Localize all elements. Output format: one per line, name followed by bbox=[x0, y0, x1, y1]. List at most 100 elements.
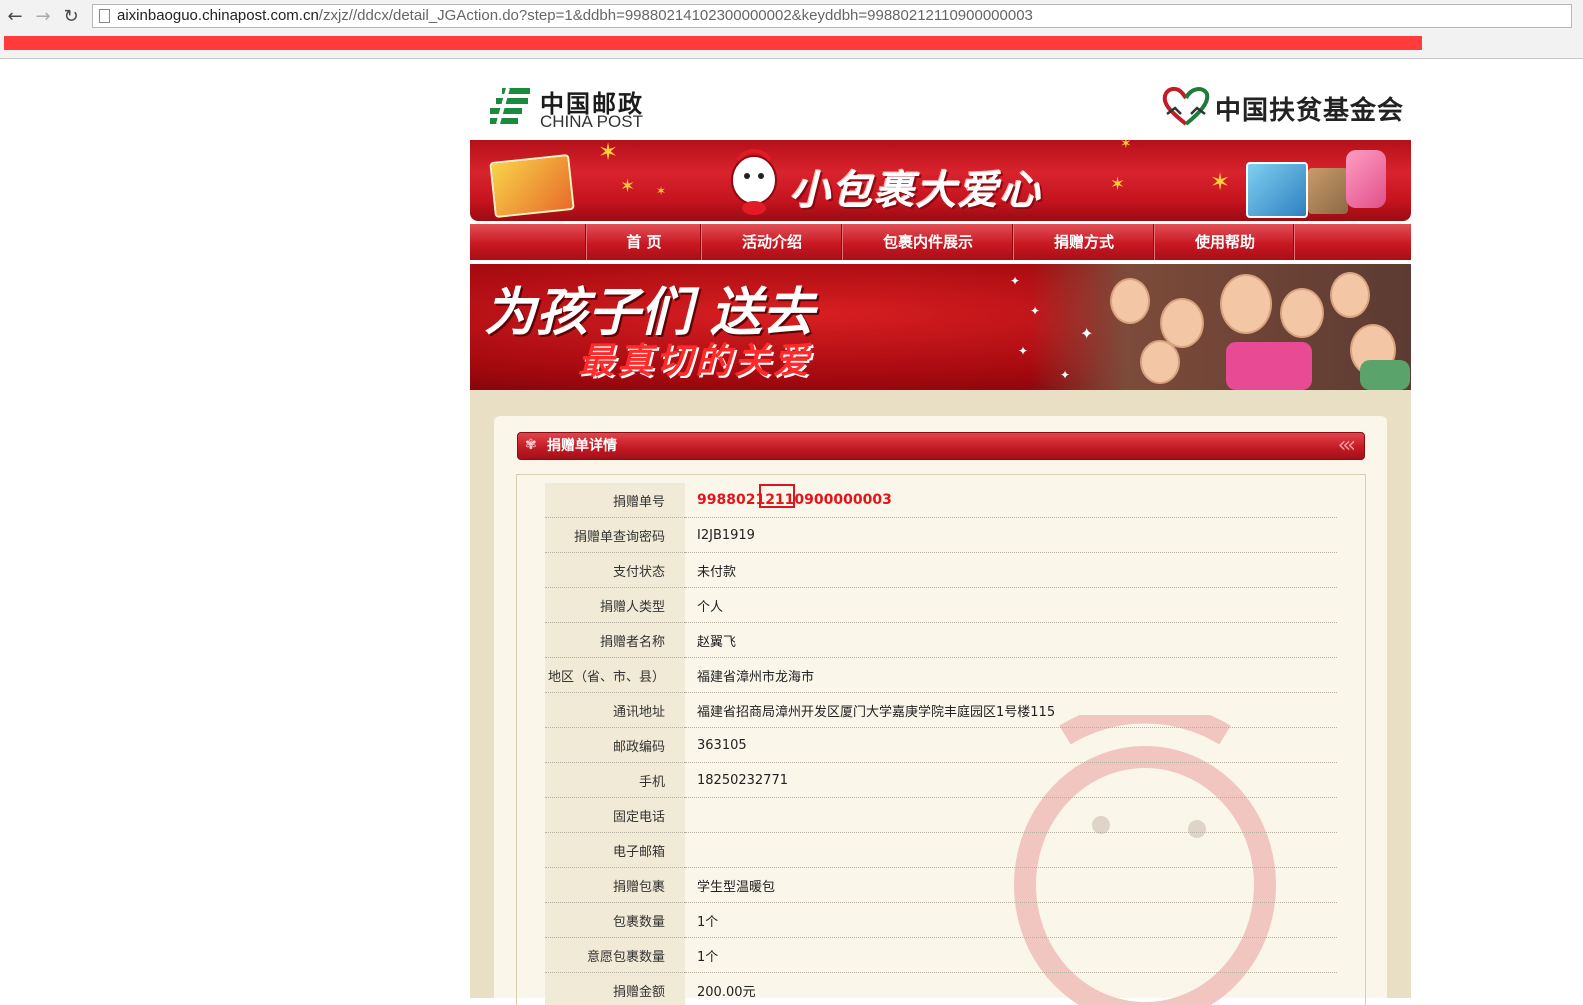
row-label-payment-status: 支付状态 bbox=[545, 553, 685, 588]
row-label-intended-count: 意愿包裹数量 bbox=[545, 938, 685, 973]
reload-icon[interactable]: ↻ bbox=[60, 6, 82, 28]
row-label-package-count: 包裹数量 bbox=[545, 903, 685, 938]
nav-item-about[interactable]: 活动介绍 bbox=[701, 224, 842, 260]
row-label-order-no: 捐赠单号 bbox=[545, 483, 685, 518]
table-row: 电子邮箱 bbox=[545, 833, 1337, 868]
address-url: aixinbaoguo.chinapost.com.cn/zxjz//ddcx/… bbox=[117, 5, 1033, 27]
row-label-mobile: 手机 bbox=[545, 763, 685, 798]
table-row: 捐赠包裹 学生型温暖包 bbox=[545, 868, 1337, 903]
pink-backpack bbox=[1226, 342, 1312, 390]
child-face bbox=[1280, 288, 1324, 338]
child-face bbox=[1330, 272, 1370, 318]
china-post-logo[interactable]: 中国邮政 CHINA POST bbox=[488, 82, 668, 132]
table-row: 捐赠单号 99880212110900000003 bbox=[545, 483, 1337, 518]
green-backpack bbox=[1360, 360, 1410, 390]
order-number: 99880212110900000003 bbox=[697, 492, 892, 508]
row-label-donor-type: 捐赠人类型 bbox=[545, 588, 685, 623]
browser-chrome: ← → ↻ aixinbaoguo.chinapost.com.cn/zxjz/… bbox=[0, 0, 1583, 59]
top-banner: 小包裹大爱心 ✶ ✶ ✶ ✶ ✶ ✶ bbox=[470, 140, 1411, 221]
address-bar[interactable]: aixinbaoguo.chinapost.com.cn/zxjz//ddcx/… bbox=[92, 4, 1572, 28]
nav-item-package-contents[interactable]: 包裹内件展示 bbox=[842, 224, 1013, 260]
table-row: 捐赠人类型 个人 bbox=[545, 588, 1337, 623]
panel-title: 捐赠单详情 bbox=[547, 433, 617, 459]
row-value-payment-status: 未付款 bbox=[685, 553, 1337, 588]
detail-panel: ✾ 捐赠单详情 ‹‹‹ 捐赠单号 99880212110900000003 bbox=[494, 416, 1387, 998]
table-row: 邮政编码 363105 bbox=[545, 728, 1337, 763]
detail-box: 捐赠单号 99880212110900000003 捐赠单查询密码 I2JB19… bbox=[516, 474, 1366, 1005]
nav-item-donation-methods[interactable]: 捐赠方式 bbox=[1013, 224, 1154, 260]
row-value-password: I2JB1919 bbox=[685, 518, 1337, 553]
bookmarks-bar-redacted bbox=[4, 36, 1422, 50]
nav-item-help[interactable]: 使用帮助 bbox=[1154, 224, 1295, 260]
row-label-donor-name: 捐赠者名称 bbox=[545, 623, 685, 658]
row-label-email: 电子邮箱 bbox=[545, 833, 685, 868]
star-decoration: ✶ bbox=[620, 176, 635, 197]
row-value-package-count: 1个 bbox=[685, 903, 1337, 938]
gift-box-image bbox=[489, 154, 574, 218]
child-face bbox=[1140, 340, 1180, 384]
china-post-emblem-icon bbox=[488, 84, 532, 128]
child-face bbox=[1110, 278, 1150, 324]
row-label-postcode: 邮政编码 bbox=[545, 728, 685, 763]
row-label-address: 通讯地址 bbox=[545, 693, 685, 728]
hero-banner: 为孩子们 送去 最真切的关爱 ✦ ✦ ✦ ✦ ✦ bbox=[470, 264, 1411, 390]
table-row: 捐赠金额 200.00元 bbox=[545, 973, 1337, 1005]
table-row: 通讯地址 福建省招商局漳州开发区厦门大学嘉庚学院丰庭园区1号楼115 bbox=[545, 693, 1337, 728]
star-decoration: ✶ bbox=[598, 140, 618, 166]
chevron-left-icon: ‹‹‹ bbox=[1338, 434, 1352, 458]
row-label-package-type: 捐赠包裹 bbox=[545, 868, 685, 903]
panel-header: ✾ 捐赠单详情 ‹‹‹ bbox=[517, 432, 1365, 460]
page-icon bbox=[99, 9, 110, 23]
mascot-icon bbox=[726, 146, 782, 216]
hero-subheadline: 最真切的关爱 bbox=[578, 332, 812, 384]
backpack-image bbox=[1346, 150, 1386, 208]
row-label-region: 地区（省、市、县） bbox=[545, 658, 685, 693]
row-value-donor-type: 个人 bbox=[685, 588, 1337, 623]
table-row: 支付状态 未付款 bbox=[545, 553, 1337, 588]
row-label-landline: 固定电话 bbox=[545, 798, 685, 833]
back-arrow-icon[interactable]: ← bbox=[4, 6, 26, 28]
star-decoration: ✶ bbox=[1210, 168, 1230, 196]
sparkle-decoration: ✦ bbox=[1080, 324, 1093, 343]
main-nav: 首 页 活动介绍 包裹内件展示 捐赠方式 使用帮助 bbox=[470, 224, 1411, 260]
table-row: 手机 18250232771 bbox=[545, 763, 1337, 798]
forward-arrow-icon[interactable]: → bbox=[32, 6, 54, 28]
row-value-package-type: 学生型温暖包 bbox=[685, 868, 1337, 903]
bag-image bbox=[1308, 168, 1348, 214]
star-decoration: ✶ bbox=[1110, 174, 1125, 195]
row-value-mobile: 18250232771 bbox=[685, 763, 1337, 798]
sparkle-decoration: ✦ bbox=[1030, 304, 1040, 318]
row-value-donor-name: 赵翼飞 bbox=[685, 623, 1337, 658]
nav-divider bbox=[1294, 224, 1295, 260]
table-row: 意愿包裹数量 1个 bbox=[545, 938, 1337, 973]
star-decoration: ✶ bbox=[656, 184, 666, 198]
row-value-email bbox=[685, 833, 1337, 868]
nav-item-home[interactable]: 首 页 bbox=[586, 224, 701, 260]
donation-detail-table: 捐赠单号 99880212110900000003 捐赠单查询密码 I2JB19… bbox=[545, 483, 1337, 1005]
star-decoration: ✶ bbox=[1120, 140, 1132, 152]
sparkle-decoration: ✦ bbox=[1060, 368, 1070, 382]
foundation-logo-text: 中国扶贫基金会 bbox=[1215, 90, 1404, 127]
row-value-region: 福建省漳州市龙海市 bbox=[685, 658, 1337, 693]
row-value-intended-count: 1个 bbox=[685, 938, 1337, 973]
row-value-landline bbox=[685, 798, 1337, 833]
sparkle-decoration: ✦ bbox=[1018, 344, 1028, 358]
swirl-icon: ✾ bbox=[525, 437, 539, 453]
row-value-amount: 200.00元 bbox=[685, 973, 1337, 1005]
row-label-amount: 捐赠金额 bbox=[545, 973, 685, 1005]
highlight-annotation-box bbox=[759, 484, 795, 508]
banner-title: 小包裹大爱心 bbox=[790, 158, 1042, 216]
row-value-address: 福建省招商局漳州开发区厦门大学嘉庚学院丰庭园区1号楼115 bbox=[685, 693, 1337, 728]
foundation-logo[interactable]: 中国扶贫基金会 bbox=[1161, 84, 1401, 128]
table-row: 捐赠者名称 赵翼飞 bbox=[545, 623, 1337, 658]
table-row: 捐赠单查询密码 I2JB1919 bbox=[545, 518, 1337, 553]
school-supplies-image bbox=[1246, 162, 1308, 218]
china-post-logo-en: CHINA POST bbox=[540, 112, 643, 132]
heart-hands-icon bbox=[1161, 84, 1211, 128]
row-value-postcode: 363105 bbox=[685, 728, 1337, 763]
table-row: 地区（省、市、县） 福建省漳州市龙海市 bbox=[545, 658, 1337, 693]
table-row: 固定电话 bbox=[545, 798, 1337, 833]
row-label-password: 捐赠单查询密码 bbox=[545, 518, 685, 553]
table-row: 包裹数量 1个 bbox=[545, 903, 1337, 938]
child-face bbox=[1220, 274, 1272, 334]
